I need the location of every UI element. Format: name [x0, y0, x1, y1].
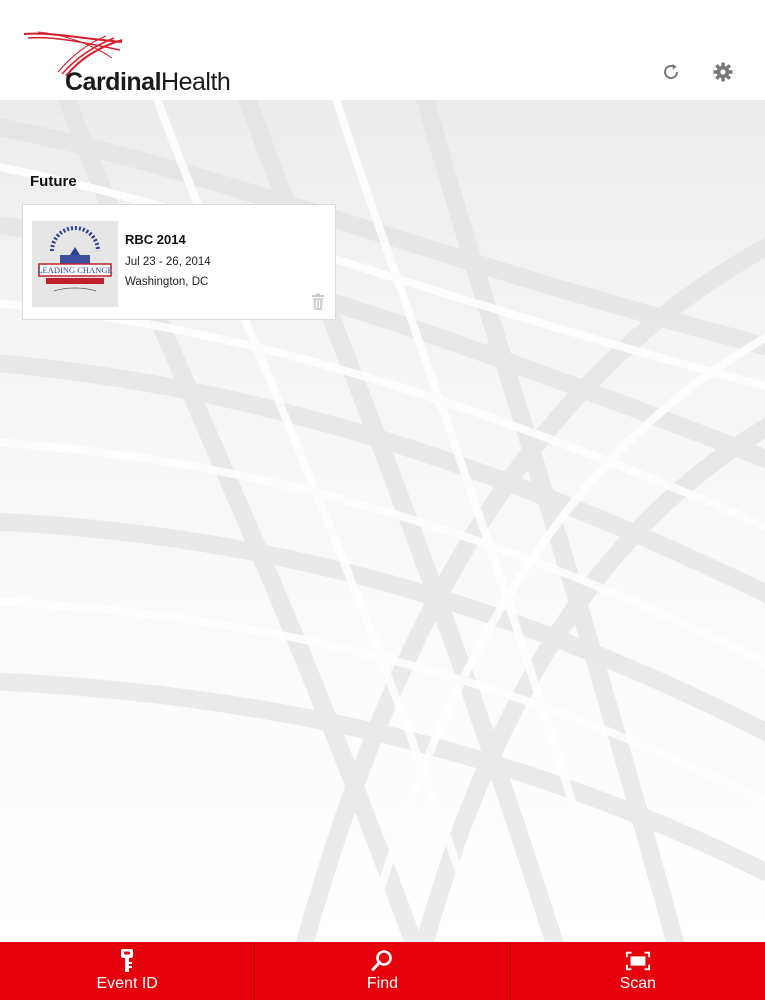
event-dates: Jul 23 - 26, 2014: [125, 256, 211, 268]
delete-event-button[interactable]: [310, 293, 326, 311]
tab-scan[interactable]: Scan: [509, 942, 765, 1000]
scan-icon: [625, 948, 651, 974]
trash-icon: [312, 293, 324, 310]
search-icon: [369, 948, 395, 974]
tab-label: Event ID: [96, 975, 158, 992]
leading-change-logo: LEADING CHANGE: [32, 221, 118, 307]
settings-button[interactable]: [711, 60, 735, 84]
tab-label: Scan: [619, 975, 657, 992]
event-thumbnail: LEADING CHANGE: [32, 221, 118, 307]
tab-find[interactable]: Find: [254, 942, 509, 1000]
event-location: Washington, DC: [125, 276, 209, 288]
brand-wordmark: CardinalHealth: [65, 68, 231, 96]
bottom-tab-bar: Event ID Find Scan: [0, 942, 765, 1000]
cardinal-health-logo: CardinalHealth: [22, 28, 231, 98]
tab-event-id[interactable]: Event ID: [0, 942, 254, 1000]
app-header: CardinalHealth: [0, 0, 765, 100]
thumbnail-text: LEADING CHANGE: [37, 265, 112, 275]
refresh-button[interactable]: [659, 60, 683, 84]
event-name: RBC 2014: [125, 232, 186, 247]
section-title-future: Future: [30, 173, 77, 190]
tab-label: Find: [366, 975, 399, 992]
event-card[interactable]: LEADING CHANGE RBC 2014 Jul 23 - 26, 201…: [22, 204, 336, 320]
events-content[interactable]: Future LEADING CHANGE RBC 2014 Jul 23 - …: [0, 100, 765, 942]
gear-icon: [713, 62, 733, 82]
key-icon: [114, 948, 140, 974]
refresh-icon: [664, 64, 678, 79]
